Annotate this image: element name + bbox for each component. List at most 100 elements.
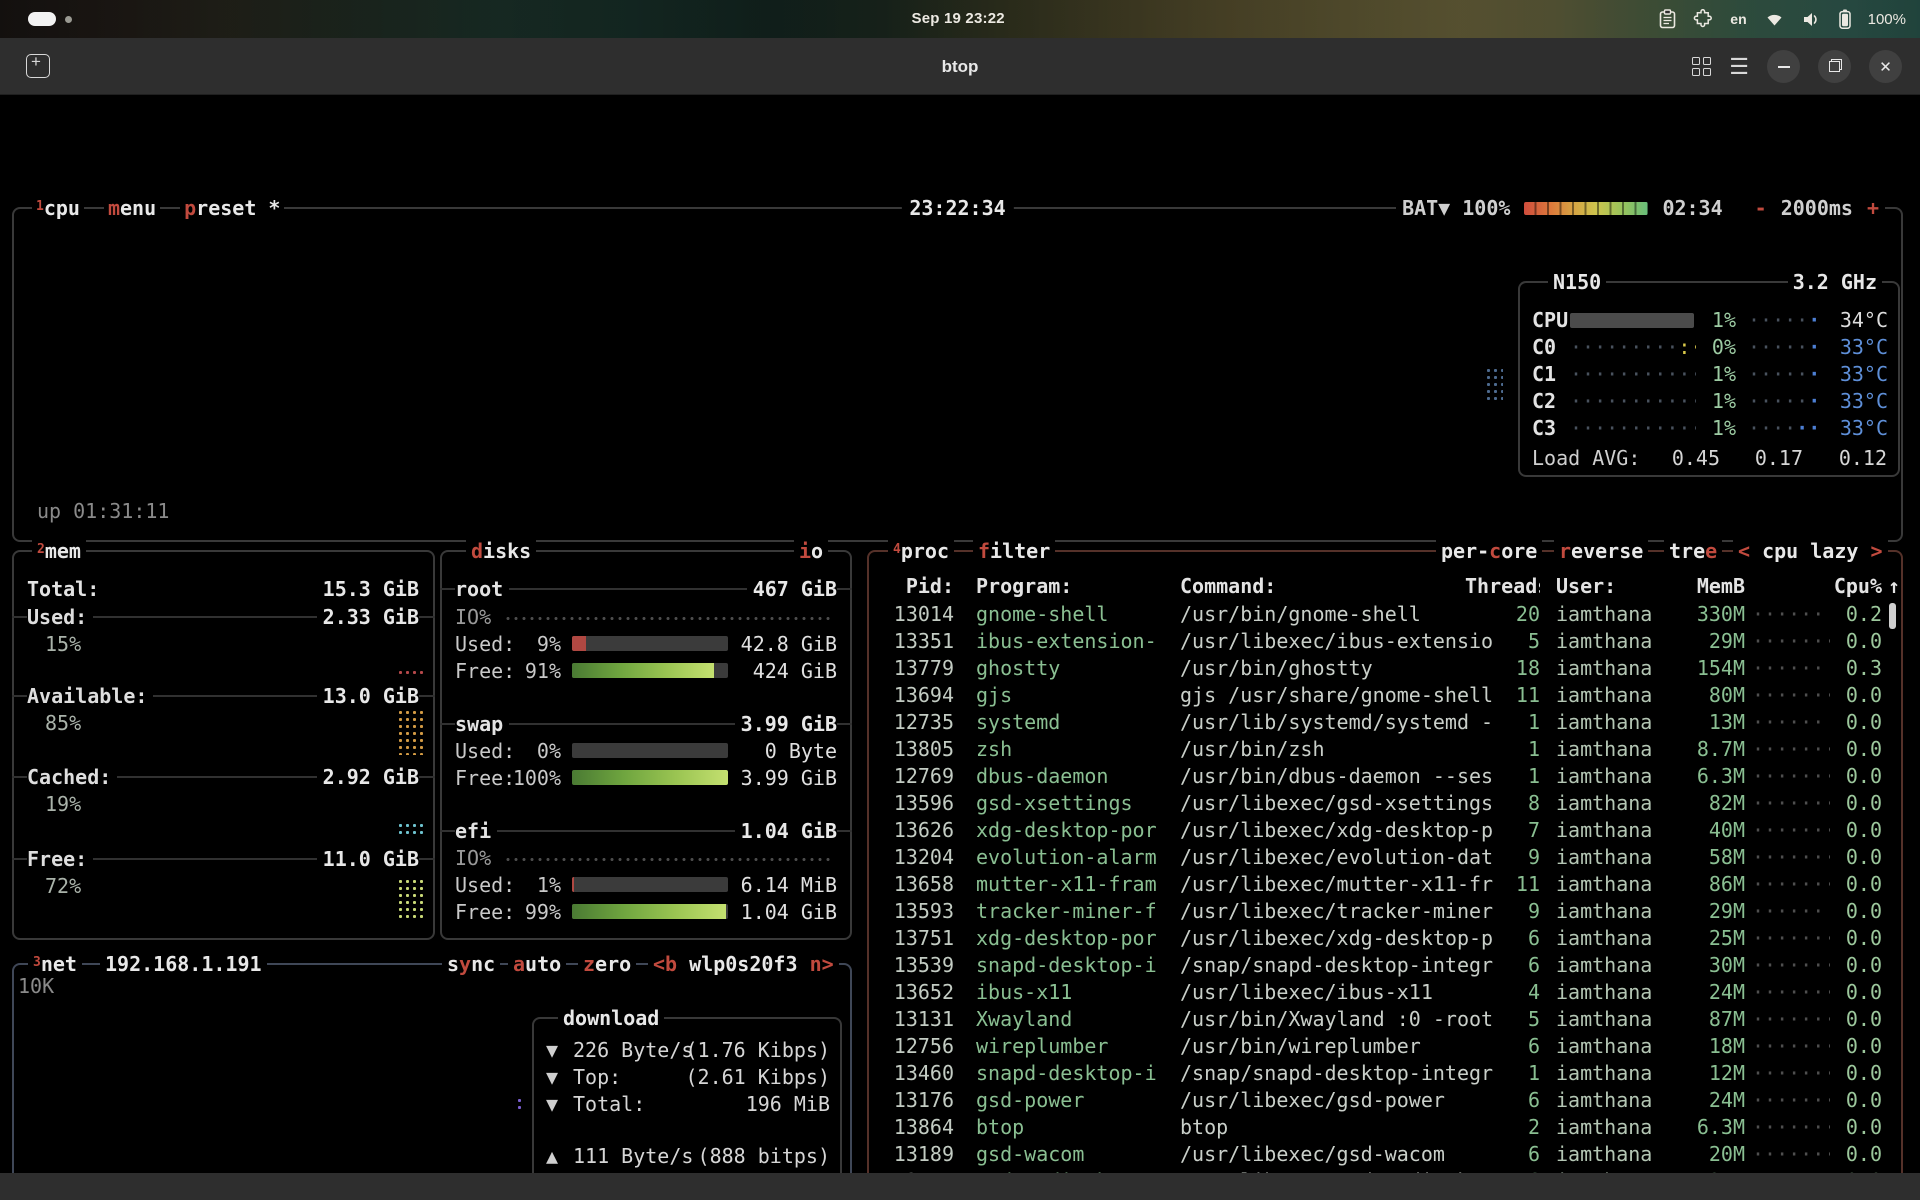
load-avg-row: Load AVG: 0.45 0.17 0.12 (1520, 445, 1898, 472)
free-meter (572, 770, 728, 785)
process-row[interactable]: 13460 snapd-desktop-i /snap/snapd-deskto… (880, 1060, 1892, 1087)
window-titlebar: btop ☰ ✕ (0, 38, 1920, 95)
core-temp-graph: ······· (1748, 415, 1818, 442)
process-row[interactable]: 12756 wireplumber /usr/bin/wireplumber 6… (880, 1033, 1892, 1060)
status-area[interactable]: en 100% (1659, 0, 1906, 38)
battery-status: BAT▼ 100% (1402, 195, 1510, 222)
net-scale-top: 10K (18, 973, 54, 1000)
cpu-history-dots: ········· (1752, 952, 1830, 979)
window-title: btop (942, 38, 979, 95)
up-arrow-icon: ▲ (546, 1143, 558, 1170)
process-row[interactable]: 13694 gjs gjs /usr/share/gnome-shell 11 … (880, 682, 1892, 709)
battery-meter (1524, 202, 1648, 215)
mem-entry: Used: 2.33 GiB 15% (14, 604, 433, 683)
new-tab-icon[interactable] (26, 54, 50, 78)
wifi-icon[interactable] (1764, 11, 1785, 28)
process-row[interactable]: 13751 xdg-desktop-por /usr/libexec/xdg-d… (880, 925, 1892, 952)
cpu-history-dots: ·········· (1752, 925, 1830, 952)
uptime-label: up 01:31:11 (37, 498, 169, 525)
cpu-box-title[interactable]: 1cpu (32, 195, 84, 225)
process-row[interactable]: 13189 gsd-wacom /usr/libexec/gsd-wacom 6… (880, 1141, 1892, 1168)
auto-toggle[interactable]: auto (508, 951, 566, 978)
workspace-indicator[interactable] (28, 12, 72, 26)
mem-box-title[interactable]: 2mem (32, 538, 86, 568)
process-row[interactable]: 13131 Xwayland /usr/bin/Xwayland :0 -roo… (880, 1006, 1892, 1033)
reverse-toggle[interactable]: reverse (1554, 538, 1648, 565)
cpu-history-dots: ········· (1752, 628, 1830, 655)
menu-button[interactable]: menu (104, 195, 160, 225)
keyboard-layout-indicator[interactable]: en (1730, 11, 1746, 27)
process-row[interactable]: 13593 tracker-miner-f /usr/libexec/track… (880, 898, 1892, 925)
restore-button[interactable] (1818, 50, 1851, 83)
cpu-total-row: CPU 1% ········· 34°C (1520, 307, 1898, 334)
process-row[interactable]: 13626 xdg-desktop-por /usr/libexec/xdg-d… (880, 817, 1892, 844)
close-button[interactable]: ✕ (1869, 50, 1902, 83)
volume-icon[interactable] (1802, 11, 1822, 28)
process-row[interactable]: 13864 btop btop 2 iamthana 6.3M ········… (880, 1114, 1892, 1141)
used-meter (572, 743, 728, 758)
process-row[interactable]: 13652 ibus-x11 /usr/libexec/ibus-x11 4 i… (880, 979, 1892, 1006)
mem-usage-dots (397, 878, 425, 918)
sort-direction-icon[interactable]: ↑ (1888, 573, 1908, 600)
mem-entry: Free: 11.0 GiB 72% (14, 846, 433, 925)
cpu-box: 1cpu menu preset * 23:22:34 BAT▼ 100% 02… (12, 207, 1903, 542)
mem-usage-dots (397, 709, 425, 755)
free-meter (572, 663, 728, 678)
process-row[interactable]: 13596 gsd-xsettings /usr/libexec/gsd-xse… (880, 790, 1892, 817)
proc-column-headers: Pid: Program: Command: Threads: User: Me… (880, 573, 1892, 600)
clipboard-icon[interactable] (1659, 9, 1676, 29)
used-meter (572, 636, 728, 651)
process-row[interactable]: 13014 gnome-shell /usr/bin/gnome-shell 2… (880, 601, 1892, 628)
mem-usage-dots (397, 669, 425, 677)
interface-switcher[interactable]: <b wlp0s20f3 n> (648, 951, 839, 978)
process-row[interactable]: 13539 snapd-desktop-i /snap/snapd-deskto… (880, 952, 1892, 979)
core-row: C1 ············ 1% ········· 33°C (1520, 361, 1898, 388)
tree-toggle[interactable]: tree (1664, 538, 1722, 565)
tab-overview-icon[interactable] (1692, 57, 1711, 76)
process-row[interactable]: 13805 zsh /usr/bin/zsh 1 iamthana 8.7M ·… (880, 736, 1892, 763)
minimize-button[interactable] (1767, 50, 1800, 83)
process-row[interactable]: 13779 ghostty /usr/bin/ghostty 18 iamtha… (880, 655, 1892, 682)
disks-box-title[interactable]: disks (466, 538, 536, 565)
down-arrow-icon: ▼ (546, 1064, 558, 1091)
mem-entry: Cached: 2.92 GiB 19% (14, 764, 433, 843)
io-mode-toggle[interactable]: io (794, 538, 828, 565)
scrollbar-thumb[interactable] (1889, 603, 1896, 629)
io-activity-graph (504, 616, 834, 621)
process-row[interactable]: 13658 mutter-x11-fram /usr/libexec/mutte… (880, 871, 1892, 898)
cpu-temp-graph: ········· (1748, 307, 1818, 334)
zero-toggle[interactable]: zero (578, 951, 636, 978)
cpu-usage-meter (1570, 313, 1694, 328)
cpu-history-dots: ········ (1752, 736, 1830, 763)
menu-icon[interactable]: ☰ (1729, 56, 1749, 78)
core-usage-graph: ············ (1570, 388, 1696, 415)
btop-terminal: 1cpu menu preset * 23:22:34 BAT▼ 100% 02… (0, 95, 1920, 1173)
process-row[interactable]: 13351 ibus-extension- /usr/libexec/ibus-… (880, 628, 1892, 655)
cpu-history-dots: ········· (1752, 1033, 1830, 1060)
process-row[interactable]: 12769 dbus-daemon /usr/bin/dbus-daemon -… (880, 763, 1892, 790)
per-core-toggle[interactable]: per-core (1436, 538, 1542, 565)
mem-box: 2mem Total: 15.3 GiB Used: 2.33 GiB 15% … (12, 550, 435, 940)
download-label: download (558, 1005, 664, 1032)
process-row[interactable]: 13204 evolution-alarm /usr/libexec/evolu… (880, 844, 1892, 871)
down-arrow-icon: ▼ (546, 1091, 558, 1118)
proc-box-title[interactable]: 4proc (888, 538, 954, 568)
clock[interactable]: Sep 19 23:22 (911, 0, 1004, 38)
download-stat-row: ▼ 226 Byte/s (1.76 Kibps) (546, 1037, 830, 1064)
extensions-icon[interactable] (1693, 9, 1713, 29)
net-box: 3net 192.168.1.191 sync auto zero <b wlp… (12, 963, 852, 1200)
disks-box: disks io root 467 GiB IO% Used: 9% 42.8 … (440, 550, 852, 940)
cpu-graph-dots (1485, 367, 1503, 403)
process-row[interactable]: 13176 gsd-power /usr/libexec/gsd-power 6… (880, 1087, 1892, 1114)
interval-minus-button[interactable]: - (1755, 195, 1767, 222)
sync-toggle[interactable]: sync (442, 951, 500, 978)
process-row[interactable]: 12735 systemd /usr/lib/systemd/systemd -… (880, 709, 1892, 736)
filter-button[interactable]: filter (973, 538, 1055, 565)
interval-plus-button[interactable]: + (1867, 195, 1879, 222)
upload-stat-row: ▲ 111 Byte/s (888 bitps) (546, 1143, 830, 1170)
battery-icon[interactable] (1839, 9, 1851, 29)
workspace-pill-active (28, 12, 56, 26)
core-usage-graph: ············ (1570, 415, 1696, 442)
preset-button[interactable]: preset * (180, 195, 284, 225)
sort-selector[interactable]: < cpu lazy > (1733, 538, 1888, 565)
